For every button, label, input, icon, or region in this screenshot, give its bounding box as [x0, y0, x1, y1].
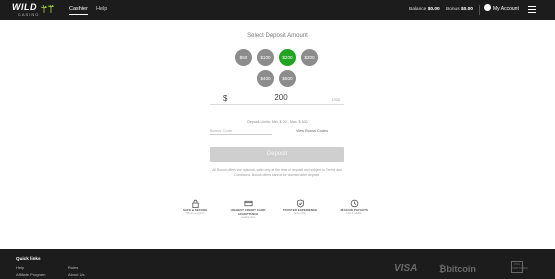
- hamburger-menu-icon[interactable]: [528, 6, 536, 13]
- chip-400[interactable]: $400: [257, 70, 274, 87]
- balance-display: Balance $0.00: [409, 6, 440, 13]
- chip-300[interactable]: $300: [301, 49, 318, 66]
- footer-link-about-us[interactable]: About Us: [68, 272, 84, 277]
- badge-subtitle: Fast & reliable: [346, 212, 362, 215]
- deposit-title: Select Deposit Amount: [247, 33, 308, 39]
- badge-trusted: TRUSTED EXPERIENCE Since 2017: [282, 199, 318, 215]
- badge-credit-card: HIGHEST CREDIT CARD ACCEPTANCE Leading r…: [225, 199, 271, 219]
- logo[interactable]: WILD CASINO: [12, 2, 55, 18]
- chip-50[interactable]: $50: [235, 49, 252, 66]
- bonus-code-input[interactable]: [210, 127, 272, 135]
- top-bar: WILD CASINO Cashier Help Balance $0.00 B…: [0, 0, 555, 20]
- footer-link-affiliate-program[interactable]: Affiliate Program: [16, 272, 46, 277]
- tab-cashier[interactable]: Cashier: [69, 5, 88, 15]
- badge-title: HIGHEST CREDIT CARD ACCEPTANCE: [230, 208, 266, 216]
- credit-card-icon: [244, 200, 252, 207]
- logo-wordmark: WILD: [12, 2, 37, 12]
- amount-input[interactable]: [246, 92, 316, 103]
- badge-payouts: 48 HOUR PAYOUTS Fast & reliable: [337, 199, 371, 215]
- currency-symbol: $: [223, 94, 228, 103]
- user-icon: [484, 4, 491, 12]
- footer-link-help[interactable]: Help: [16, 265, 24, 270]
- balance-value: $0.00: [427, 7, 440, 12]
- footer-link-rules[interactable]: Rules: [68, 265, 78, 270]
- divider: [479, 5, 480, 15]
- chip-200-selected[interactable]: $200: [279, 49, 296, 66]
- rng-certified-logo: RNG CERTIFIED: [511, 261, 528, 273]
- bitcoin-label: bitcoin: [446, 264, 476, 274]
- view-bonus-codes-link[interactable]: View Bonus Codes: [296, 129, 328, 133]
- my-account-button[interactable]: My Account: [484, 4, 519, 14]
- badge-subtitle: Since 2017: [294, 212, 306, 215]
- deposit-button[interactable]: Deposit: [210, 147, 344, 162]
- clock-icon: [350, 199, 358, 208]
- badge-subtitle: 256-bit encryption: [185, 212, 205, 215]
- lock-icon: [191, 199, 199, 208]
- chip-500[interactable]: $500: [279, 70, 296, 87]
- palm-trees-icon: [41, 5, 55, 13]
- bonus-disclaimer: All Bonus offers are optional, valid onl…: [212, 168, 342, 177]
- badge-subtitle: Leading rates: [240, 216, 256, 219]
- tab-help[interactable]: Help: [96, 5, 107, 13]
- currency-code: USD: [332, 97, 341, 102]
- bonus-label: Bonus: [446, 7, 460, 12]
- amount-underline: [210, 104, 344, 105]
- visa-logo: VISA: [394, 263, 418, 274]
- logo-subtitle: CASINO: [18, 12, 40, 17]
- balance-label: Balance: [409, 7, 427, 12]
- my-account-label: My Account: [493, 6, 519, 12]
- bonus-display: Bonus $0.00: [446, 6, 473, 13]
- deposit-limits: Deposit Limits: Min. $ 20 - Max. $ 500: [247, 120, 308, 124]
- quick-links-title: Quick links: [16, 256, 41, 261]
- shield-icon: [296, 199, 304, 208]
- bitcoin-logo: ₿bitcoin: [439, 264, 476, 274]
- bonus-value: $0.00: [460, 7, 473, 12]
- badge-safe-secure: SAFE & SECURE 256-bit encryption: [183, 199, 207, 215]
- chip-100[interactable]: $100: [257, 49, 274, 66]
